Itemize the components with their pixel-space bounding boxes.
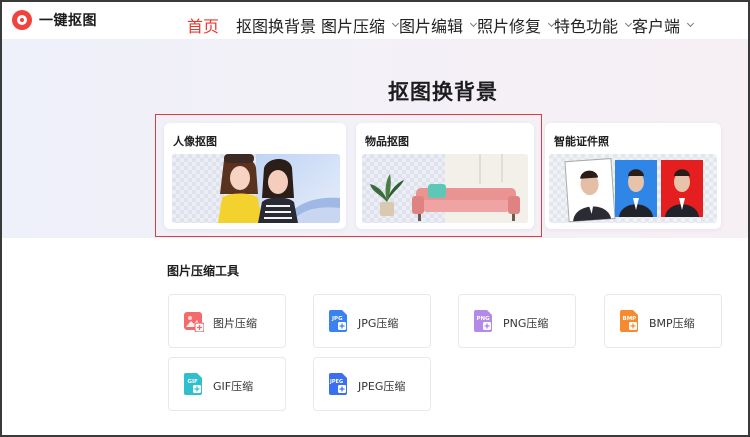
jpg-file-icon: JPG: [329, 310, 347, 332]
id-photo-card[interactable]: 智能证件照: [545, 123, 721, 229]
bmp-compress-button[interactable]: BMP BMP压缩: [604, 294, 722, 348]
card-title: 物品抠图: [365, 135, 409, 148]
id-photo-image: [549, 154, 717, 223]
jpeg-file-icon: JPEG: [329, 373, 347, 395]
chevron-down-icon: [391, 19, 400, 28]
tool-label: PNG压缩: [503, 317, 549, 330]
nav-label: 图片编辑: [399, 17, 464, 36]
top-header: 一键抠图 首页 抠图换背景 图片压缩 图片编辑 照片修复 特色功能 客户端: [0, 0, 750, 40]
compress-section-title: 图片压缩工具: [167, 264, 240, 278]
gif-compress-button[interactable]: GIF GIF压缩: [168, 357, 286, 411]
image-compress-button[interactable]: 图片压缩: [168, 294, 286, 348]
tool-label: JPG压缩: [358, 317, 399, 330]
nav-cutout-background[interactable]: 抠图换背景: [236, 13, 331, 37]
png-file-icon: PNG: [474, 310, 492, 332]
nav-image-compress[interactable]: 图片压缩: [321, 13, 400, 37]
nav-label: 首页: [187, 17, 220, 36]
bmp-file-icon: BMP: [620, 310, 638, 332]
hero-title: 抠图换背景: [388, 80, 498, 104]
object-image: [362, 154, 528, 223]
chevron-down-icon: [469, 19, 478, 28]
portrait-image: [172, 154, 340, 223]
nav-label: 特色功能: [554, 17, 619, 36]
gif-file-icon: GIF: [184, 373, 202, 395]
nav-label: 抠图换背景: [236, 17, 317, 36]
jpg-compress-button[interactable]: JPG JPG压缩: [313, 294, 431, 348]
jpeg-compress-button[interactable]: JPEG JPEG压缩: [313, 357, 431, 411]
nav-home[interactable]: 首页: [187, 13, 219, 37]
chevron-down-icon: [624, 19, 633, 28]
png-compress-button[interactable]: PNG PNG压缩: [458, 294, 576, 348]
nav-label: 图片压缩: [321, 17, 386, 36]
app-name: 一键抠图: [39, 13, 97, 29]
portrait-cutout-card[interactable]: 人像抠图: [164, 123, 346, 229]
tool-label: JPEG压缩: [358, 380, 406, 393]
nav-label: 客户端: [632, 17, 681, 36]
svg-text:GIF: GIF: [188, 379, 199, 385]
nav-image-edit[interactable]: 图片编辑: [399, 13, 478, 37]
card-title: 人像抠图: [173, 135, 217, 148]
tool-label: GIF压缩: [213, 380, 254, 393]
nav-label: 照片修复: [477, 17, 542, 36]
nav-client[interactable]: 客户端: [632, 13, 695, 37]
nav-photo-repair[interactable]: 照片修复: [477, 13, 556, 37]
image-compress-icon: [184, 312, 204, 332]
object-cutout-card[interactable]: 物品抠图: [356, 123, 534, 229]
svg-text:JPEG: JPEG: [329, 379, 343, 385]
tool-label: BMP压缩: [649, 317, 695, 330]
nav-special-features[interactable]: 特色功能: [554, 13, 633, 37]
tool-label: 图片压缩: [213, 317, 257, 330]
svg-text:BMP: BMP: [623, 316, 637, 322]
svg-text:PNG: PNG: [477, 316, 491, 322]
card-title: 智能证件照: [554, 135, 609, 148]
chevron-down-icon: [686, 19, 695, 28]
svg-text:JPG: JPG: [331, 316, 343, 322]
app-logo[interactable]: 一键抠图: [12, 10, 97, 30]
logo-icon: [12, 10, 32, 30]
